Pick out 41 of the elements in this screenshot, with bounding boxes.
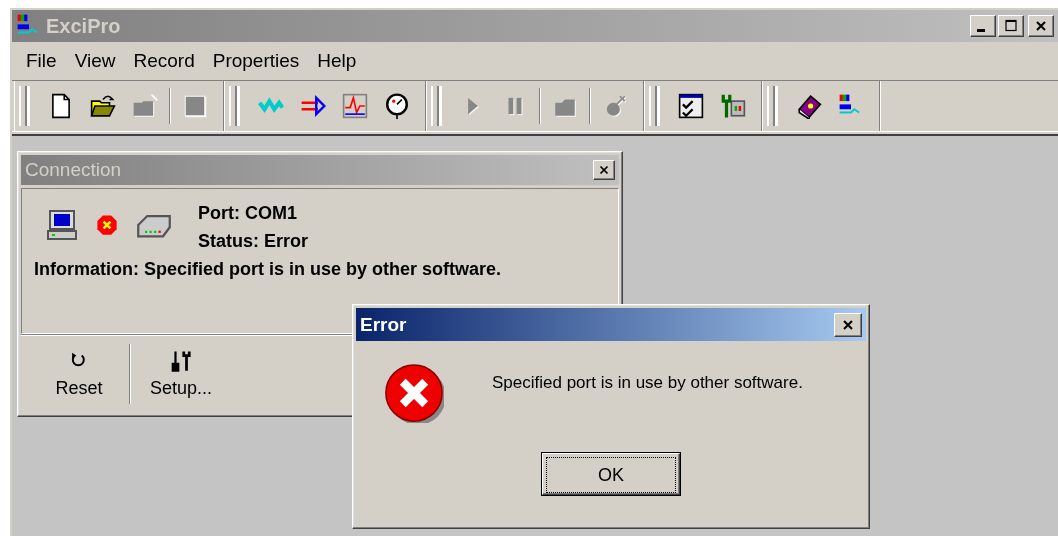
close-button[interactable]: [593, 160, 615, 180]
band-grip[interactable]: [229, 86, 237, 126]
square-icon: [182, 93, 208, 119]
chart-icon: [342, 93, 368, 119]
port-label: Port: COM1: [198, 202, 298, 225]
minimize-button[interactable]: [970, 15, 996, 37]
gauge-icon: [384, 93, 410, 119]
menu-item[interactable]: Properties: [204, 48, 308, 74]
computer-icon: [46, 209, 78, 241]
menu-item[interactable]: Help: [309, 48, 365, 74]
maximize-button[interactable]: [998, 15, 1024, 37]
book-icon: [796, 93, 822, 119]
setup-button[interactable]: Setup...: [131, 345, 231, 403]
band-grip[interactable]: [649, 86, 657, 126]
panel-title: Connection: [25, 159, 122, 181]
minimize-icon: [977, 29, 985, 32]
menu-item[interactable]: View: [66, 48, 124, 74]
error-stop-icon: [96, 214, 118, 236]
close-icon: [597, 163, 611, 177]
band-grip[interactable]: [767, 86, 775, 126]
checklist-icon: [678, 93, 704, 119]
band-grip[interactable]: [19, 86, 27, 126]
wrench-device-icon: [720, 93, 746, 119]
error-message: Specified port is in use by other software.: [492, 372, 803, 393]
close-button[interactable]: [834, 312, 862, 337]
folder-arrow-icon: [132, 93, 158, 119]
band-grip[interactable]: [431, 86, 439, 126]
status-label: Status: Error: [198, 230, 309, 253]
menu-item[interactable]: Record: [125, 48, 203, 74]
open-folder-icon: [90, 93, 116, 119]
information-text: Information: Specified port is in use by other software.: [34, 258, 503, 281]
reset-button[interactable]: Reset: [29, 345, 129, 403]
window-title: ExciPro: [46, 14, 121, 38]
screwdriver-wrench-icon: [170, 349, 192, 372]
dialog-title: Error: [360, 313, 407, 336]
close-button[interactable]: [1028, 15, 1054, 37]
error-icon: [384, 363, 444, 423]
menu-item[interactable]: File: [18, 48, 65, 74]
maximize-icon: [1003, 18, 1019, 34]
arrow-triangle-icon: [300, 93, 326, 119]
ok-button[interactable]: OK: [542, 453, 680, 495]
